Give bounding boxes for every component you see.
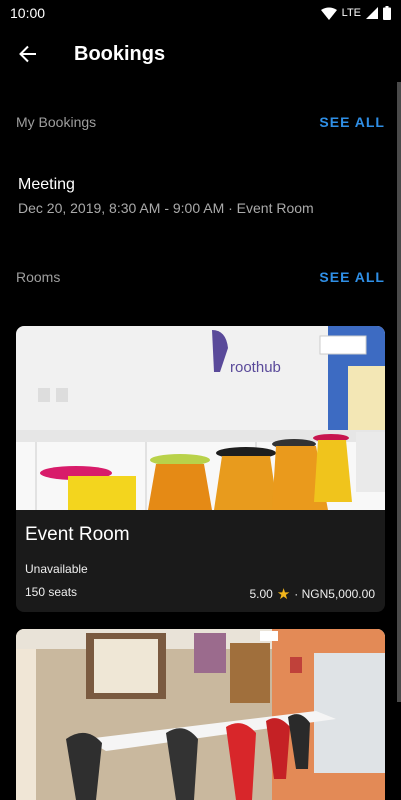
- star-icon: ★: [276, 586, 291, 603]
- see-all-rooms-button[interactable]: SEE ALL: [319, 269, 385, 285]
- room-status: Unavailable: [25, 562, 88, 576]
- network-type: LTE: [341, 7, 361, 19]
- room-card[interactable]: roothub Event Room Unavailable 150 seats: [16, 326, 385, 612]
- room-image: [16, 629, 385, 800]
- room-footer: 150 seats 5.00 ★ · NGN5,000.00: [25, 585, 375, 603]
- arrow-back-icon: [19, 45, 36, 63]
- status-icons: LTE: [320, 6, 391, 20]
- roothub-logo-text: roothub: [230, 359, 281, 376]
- status-bar: 10:00 LTE: [0, 0, 401, 26]
- page-title: Bookings: [74, 42, 166, 65]
- room-photo: [16, 629, 385, 800]
- room-seats: 150 seats: [25, 585, 78, 599]
- status-time: 10:00: [10, 5, 46, 21]
- my-bookings-label: My Bookings: [16, 114, 97, 130]
- scrollbar[interactable]: [397, 82, 401, 702]
- booking-item[interactable]: Meeting Dec 20, 2019, 8:30 AM - 9:00 AM …: [18, 176, 314, 216]
- booking-title: Meeting: [18, 176, 75, 193]
- back-button[interactable]: [0, 26, 56, 82]
- room-name: Event Room: [25, 524, 130, 545]
- wifi-icon: [320, 7, 337, 20]
- room-info: Event Room Unavailable 150 seats 5.00 ★ …: [16, 510, 385, 612]
- room-card[interactable]: [16, 629, 385, 800]
- see-all-bookings-button[interactable]: SEE ALL: [319, 114, 385, 130]
- battery-icon: [383, 6, 391, 20]
- my-bookings-header: My Bookings SEE ALL: [16, 114, 385, 130]
- room-rating-price: 5.00 ★ · NGN5,000.00: [249, 585, 375, 603]
- room-photo: roothub: [16, 326, 385, 510]
- signal-icon: [366, 7, 378, 19]
- room-price: · NGN5,000.00: [294, 587, 375, 601]
- rooms-header: Rooms SEE ALL: [16, 269, 385, 285]
- app-bar: Bookings: [0, 26, 401, 82]
- room-image: roothub: [16, 326, 385, 510]
- rooms-label: Rooms: [16, 269, 61, 285]
- booking-details: Dec 20, 2019, 8:30 AM - 9:00 AM · Event …: [18, 200, 314, 216]
- room-rating: 5.00: [249, 587, 273, 601]
